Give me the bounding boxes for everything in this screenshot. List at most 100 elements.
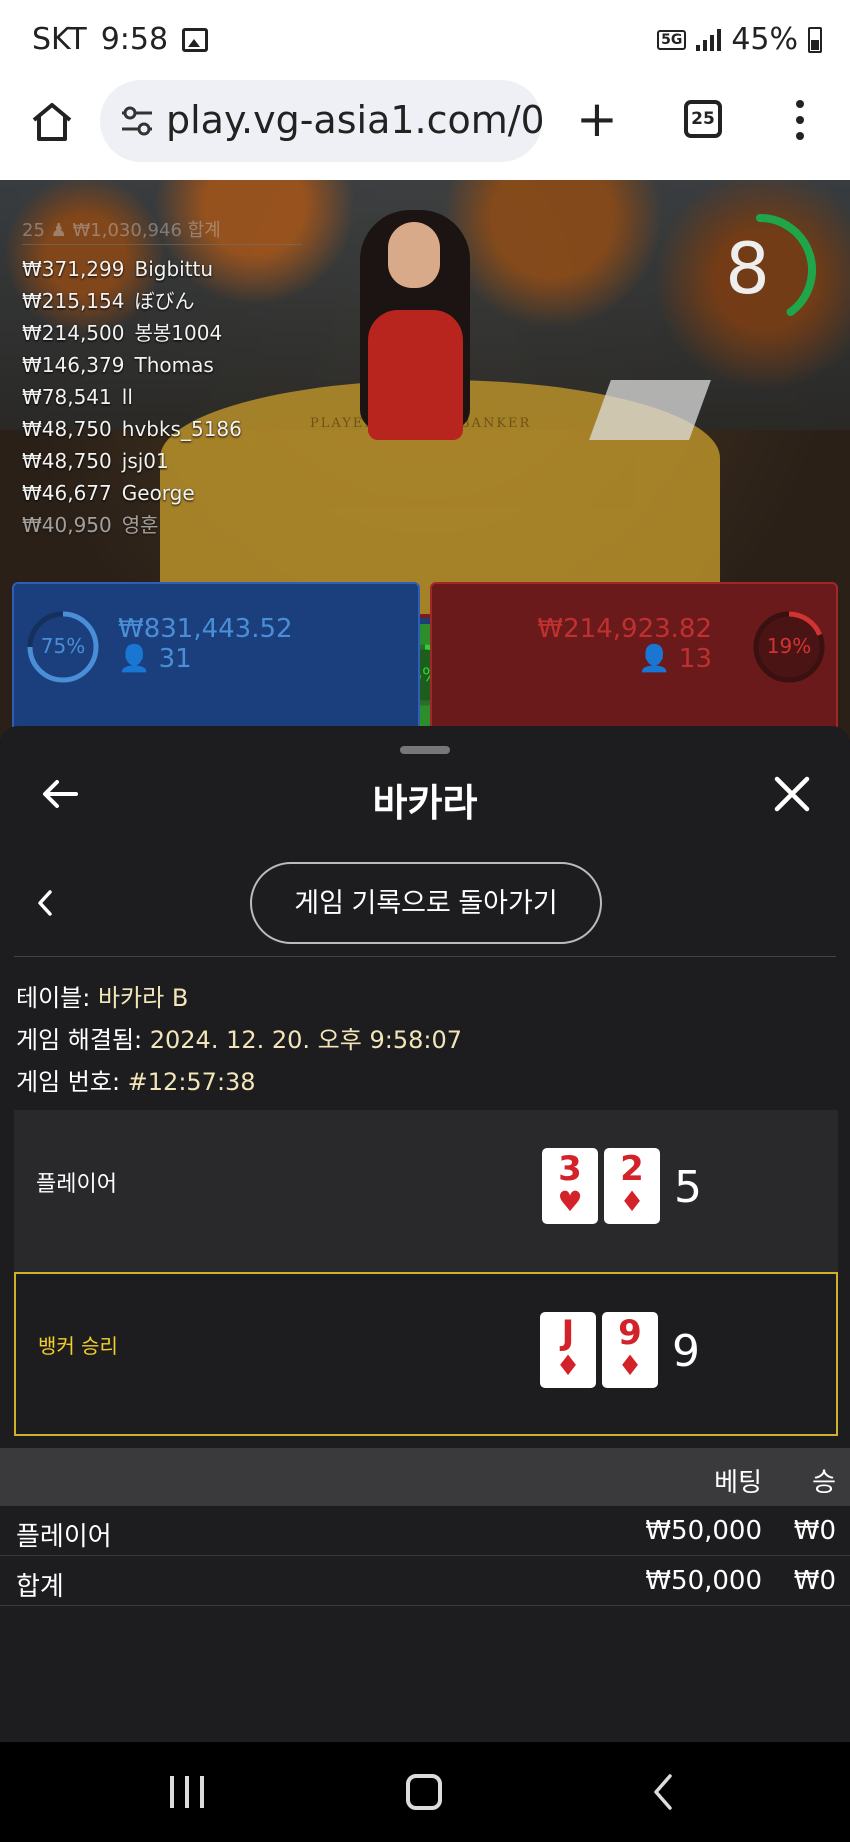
timer-number: 8 [725,228,770,310]
game-history-sheet: 바카라 게임 기록으로 돌아가기 테이블: 바카라 B 게임 해결됨: 2024… [0,726,850,1742]
home-button-icon[interactable] [406,1774,442,1810]
info-game-number: 게임 번호: #12:57:38 [16,1062,256,1097]
row-label: 플레이어 [16,1522,112,1552]
column-header-win: 승 [812,1468,836,1498]
sheet-drag-handle[interactable] [400,746,450,754]
bet-list-item: ₩371,299 Bigbittu [22,253,322,285]
info-table: 테이블: 바카라 B [16,978,188,1013]
playing-card: 9 ♦ [602,1312,658,1388]
more-menu-icon[interactable] [792,100,808,140]
banker-count-value: 13 [678,644,712,674]
player-count-value: 31 [158,644,192,674]
bet-amount: ₩78,541 [22,385,112,409]
banker-bet-spot[interactable]: ₩214,923.82 👤 13 19% [430,582,838,740]
status-right: 5G 45% [657,22,822,57]
playing-card: J ♦ [540,1312,596,1388]
table-row: 합계 ₩50,000 ₩0 [0,1556,850,1606]
player-percent: 75% [40,634,86,658]
table-row: 플레이어 ₩50,000 ₩0 [0,1506,850,1556]
back-to-history-button[interactable]: 게임 기록으로 돌아가기 [250,862,602,944]
player-percent-ring: 75% [24,608,102,686]
banker-hand-label: 뱅커 승리 [38,1334,118,1358]
live-game-view: PLAYER BANKER 25 ♟ ₩1,030,946 합계 ₩371,29… [0,180,850,740]
info-resolved: 게임 해결됨: 2024. 12. 20. 오후 9:58:07 [16,1020,462,1055]
row-label: 합계 [16,1572,64,1602]
status-bar: SKT 9:58 5G 45% [0,0,850,80]
bet-table-header: 베팅 승 [0,1448,850,1506]
bettor-name: Thomas [134,353,214,377]
player-hand-total: 5 [674,1162,702,1213]
home-icon[interactable] [30,100,74,144]
player-bet-spot[interactable]: 75% ₩831,443.52 👤 31 [12,582,420,740]
playing-card: 3 ♥ [542,1148,598,1224]
playing-card: 2 ♦ [604,1148,660,1224]
image-notification-icon [182,27,209,52]
bettor-name: 봉봉1004 [134,321,223,345]
info-table-key: 테이블: [16,984,98,1012]
player-hand-label: 플레이어 [36,1172,117,1197]
clock: 9:58 [100,22,169,57]
bet-list-item: ₩215,154 ぼびん [22,285,322,317]
battery-icon [808,26,822,53]
bettor-name: Bigbittu [134,257,214,281]
status-left: SKT 9:58 [32,22,209,57]
bets-header: 25 ♟ ₩1,030,946 합계 [22,216,302,245]
bet-amount: ₩214,500 [22,321,125,345]
row-win: ₩0 [793,1566,836,1596]
bet-amount: ₩215,154 [22,289,125,313]
banker-hand: 뱅커 승리 J ♦ 9 ♦ 9 [14,1272,838,1436]
battery-percent: 45% [731,22,798,57]
row-bet: ₩50,000 [645,1566,762,1596]
bet-amount: ₩146,379 [22,353,125,377]
info-number-value: #12:57:38 [127,1068,256,1096]
bet-summary-table: 베팅 승 플레이어 ₩50,000 ₩0 합계 ₩50,000 ₩0 [0,1448,850,1606]
close-icon[interactable] [772,774,812,814]
bet-list-item: ₩40,950 영훈 [22,509,322,541]
bet-list-item: ₩48,750 hvbks_5186 [22,413,322,445]
bettor-name: George [121,481,195,505]
countdown-timer: 8 [700,210,820,330]
network-5g-icon: 5G [657,29,687,50]
bet-list-item: ₩214,500 봉봉1004 [22,317,322,349]
banker-total-amount: ₩214,923.82 [537,614,712,644]
bet-amount: ₩371,299 [22,257,125,281]
top-bets-list: 25 ♟ ₩1,030,946 합계 ₩371,299 Bigbittu ₩215,… [22,180,322,541]
bet-amount: ₩46,677 [22,481,112,505]
system-nav-bar [0,1742,850,1842]
bettor-name: jsj01 [121,449,169,473]
info-resolved-key: 게임 해결됨: [16,1026,150,1054]
bettor-name: hvbks_5186 [121,417,242,441]
bettor-name: ぼびん [134,289,195,313]
bettor-name: 영훈 [121,513,159,537]
bettor-name: ll [121,385,133,409]
player-total-amount: ₩831,443.52 [118,614,293,644]
row-win: ₩0 [793,1516,836,1546]
divider [14,956,836,957]
bet-list-item: ₩146,379 Thomas [22,349,322,381]
new-tab-icon[interactable]: + [576,94,618,144]
row-bet: ₩50,000 [645,1516,762,1546]
carrier-label: SKT [32,22,87,57]
signal-icon [696,28,722,51]
url-text[interactable]: play.vg-asia1.com/04( [166,98,542,142]
bet-amount: ₩40,950 [22,513,112,537]
address-bar[interactable]: play.vg-asia1.com/04( [100,80,542,162]
recents-icon[interactable] [170,1776,204,1808]
chevron-left-icon[interactable] [32,888,58,918]
banker-percent: 19% [766,634,812,658]
tab-switcher-button[interactable]: 25 [684,100,722,138]
bet-amount: ₩48,750 [22,449,112,473]
column-header-bet: 베팅 [714,1468,762,1498]
info-resolved-value: 2024. 12. 20. 오후 9:58:07 [149,1026,462,1054]
dealer-figure [340,200,490,450]
back-nav-icon[interactable] [650,1772,676,1812]
site-settings-icon[interactable] [120,104,154,138]
bet-list-item: ₩78,541 ll [22,381,322,413]
player-hand: 플레이어 3 ♥ 2 ♦ 5 [14,1110,838,1274]
bet-list-item: ₩48,750 jsj01 [22,445,322,477]
sheet-title: 바카라 [372,781,478,825]
browser-toolbar: play.vg-asia1.com/04( + 25 [0,80,850,180]
info-number-key: 게임 번호: [16,1068,128,1096]
banker-hand-total: 9 [672,1326,700,1377]
player-bettor-count: 👤 31 [118,644,192,674]
